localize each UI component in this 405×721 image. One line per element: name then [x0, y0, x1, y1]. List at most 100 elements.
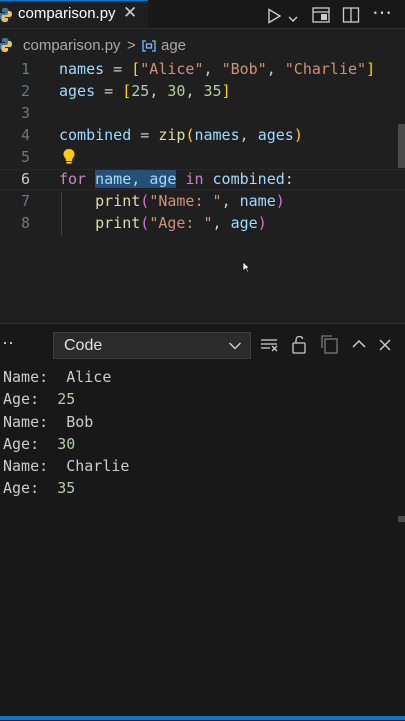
breadcrumb-file[interactable]: comparison.py: [23, 37, 121, 54]
code-token: ): [293, 126, 303, 144]
code-token: (: [140, 192, 150, 210]
line-number: 4: [20, 126, 30, 144]
code-token: print: [95, 214, 141, 232]
split-editor-icon[interactable]: [341, 4, 361, 26]
code-token: zip: [158, 126, 186, 144]
close-panel-icon[interactable]: [378, 338, 392, 352]
breadcrumb-symbol[interactable]: age: [161, 37, 186, 54]
output-scrollbar[interactable]: [398, 516, 405, 522]
code-token: names: [194, 126, 240, 144]
output-line: Age: 35: [3, 479, 75, 497]
code-line-4: combined = zip(names, ages): [59, 126, 303, 144]
code-token: age: [230, 214, 258, 232]
code-token: combined: [212, 170, 285, 188]
code-line-1: names = ["Alice", "Bob", "Charlie"]: [59, 60, 375, 78]
code-line-2: ages = [25, 30, 35]: [59, 82, 231, 100]
breadcrumb-separator: >: [127, 37, 136, 54]
code-token: ,: [149, 82, 168, 100]
code-token: for: [59, 170, 87, 188]
code-token: 25: [131, 82, 150, 100]
code-token: print: [95, 192, 141, 210]
line-number: 5: [20, 148, 30, 166]
code-token: =: [95, 82, 123, 100]
code-token: [: [131, 60, 141, 78]
code-line-6: for name, age in combined:: [59, 170, 294, 188]
code-token: names: [59, 60, 105, 78]
output-line: Age: 25: [3, 390, 75, 408]
run-icon[interactable]: [265, 5, 283, 27]
line-number: 7: [20, 192, 30, 210]
mouse-cursor-icon: [242, 261, 250, 273]
tab-label: comparison.py: [18, 5, 116, 22]
output-value: 35: [57, 479, 76, 497]
output-value: Bob: [66, 413, 94, 431]
maximize-panel-icon[interactable]: [351, 338, 367, 350]
output-line: Name: Bob: [3, 413, 93, 431]
output-label: Age:: [3, 390, 58, 408]
status-bar: [0, 716, 405, 720]
output-label: Name:: [3, 413, 67, 431]
code-token: ,: [266, 60, 285, 78]
code-token: ,: [239, 126, 258, 144]
line-number: 8: [20, 214, 30, 232]
output-channel-value: Code: [64, 337, 103, 354]
code-token: ,: [203, 60, 222, 78]
python-file-icon: [0, 8, 12, 22]
code-token: "Age: ": [149, 214, 213, 232]
output-channel-select[interactable]: Code: [53, 332, 251, 359]
variable-symbol-icon: [142, 40, 156, 52]
code-token: "Name: ": [149, 192, 222, 210]
code-token: ): [275, 192, 285, 210]
line-number: 2: [20, 82, 30, 100]
open-output-in-editor-icon[interactable]: [320, 335, 340, 354]
output-line: Name: Alice: [3, 368, 111, 386]
output-label: Name:: [3, 368, 67, 386]
output-line: Name: Charlie: [3, 457, 129, 475]
code-token: name: [239, 192, 276, 210]
python-file-icon: [0, 38, 12, 52]
code-token: ages: [257, 126, 294, 144]
code-line-7: print("Name: ", name): [59, 192, 285, 210]
code-token: ,: [185, 82, 204, 100]
tab-comparison-py[interactable]: comparison.py ✕: [0, 0, 148, 28]
code-token: "Bob": [221, 60, 267, 78]
run-options-chevron-icon[interactable]: [287, 8, 299, 30]
code-token: 35: [203, 82, 222, 100]
code-token: name: [95, 170, 132, 188]
more-actions-icon[interactable]: ⋯: [372, 0, 392, 24]
code-token: ]: [366, 60, 376, 78]
output-label: Age:: [3, 435, 58, 453]
code-token: in: [185, 170, 204, 188]
output-value: Charlie: [66, 457, 130, 475]
lightbulb-icon[interactable]: [61, 148, 77, 166]
code-token: ,: [212, 214, 231, 232]
chevron-down-icon: [228, 342, 242, 350]
close-tab-icon[interactable]: ✕: [123, 3, 137, 23]
output-value: Alice: [66, 368, 112, 386]
code-token: (: [140, 214, 150, 232]
code-token: =: [104, 60, 132, 78]
code-token: ages: [59, 82, 96, 100]
editor-scrollbar[interactable]: [398, 124, 405, 168]
code-token: ): [257, 214, 267, 232]
code-line-8: print("Age: ", age): [59, 214, 267, 232]
open-preview-icon[interactable]: [311, 4, 331, 26]
code-token: age: [149, 170, 177, 188]
breadcrumb: comparison.py > age: [0, 35, 405, 57]
unlock-scroll-icon[interactable]: [291, 335, 307, 354]
line-number: 3: [20, 104, 30, 122]
tab-bar: comparison.py ✕ ⋯: [0, 0, 405, 29]
output-value: 25: [57, 390, 76, 408]
line-number: 1: [20, 60, 30, 78]
panel-more-icon[interactable]: ⋯: [0, 333, 14, 354]
code-editor[interactable]: 1 2 3 4 5 6 7 8 names = ["Alice", "Bob",…: [0, 58, 405, 322]
code-token: ]: [221, 82, 231, 100]
code-token: ,: [221, 192, 240, 210]
code-token: "Charlie": [284, 60, 367, 78]
code-token: ,: [131, 170, 150, 188]
clear-output-icon[interactable]: [260, 337, 278, 353]
